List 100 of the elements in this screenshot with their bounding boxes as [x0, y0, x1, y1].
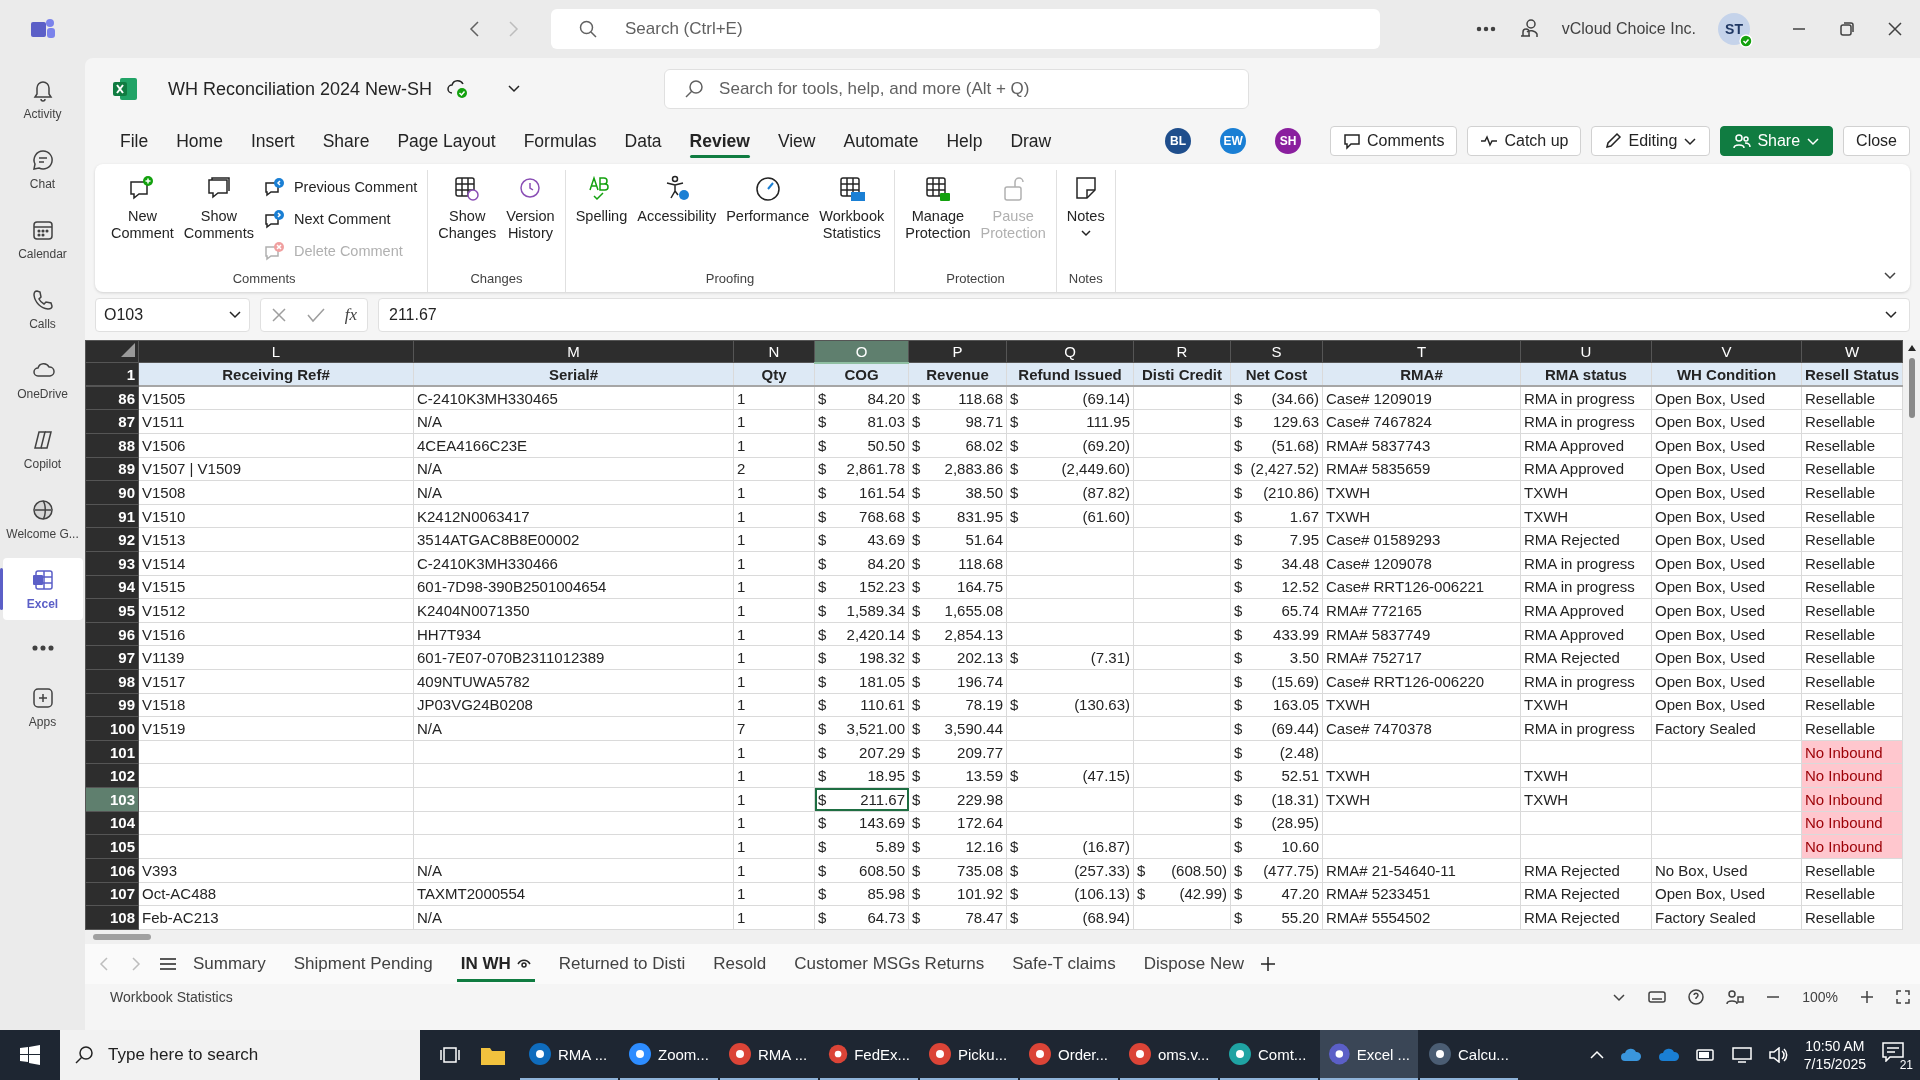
notification-icon[interactable] — [1882, 1042, 1904, 1062]
select-all-icon[interactable] — [121, 343, 135, 358]
rail-item[interactable]: Copilot — [2, 418, 83, 480]
ribbon-button[interactable]: Show Comments — [179, 170, 258, 271]
zoom-in-icon[interactable] — [1860, 990, 1874, 1004]
row-header[interactable]: 99 — [85, 693, 139, 717]
network-icon[interactable] — [1731, 1047, 1752, 1063]
sheet-tab[interactable]: Safe-T claims — [1000, 946, 1128, 982]
row-header[interactable]: 98 — [85, 669, 139, 694]
row-header[interactable]: 105 — [85, 834, 139, 859]
scroll-up-icon[interactable] — [1906, 344, 1917, 352]
formula-field[interactable]: 211.67 — [378, 298, 1910, 332]
clock-time[interactable]: 10:50 AM — [1805, 1036, 1865, 1055]
menu-tab[interactable]: Review — [679, 124, 760, 158]
menu-tab[interactable]: Share — [312, 124, 380, 158]
name-box[interactable]: O103 — [95, 298, 250, 332]
taskbar-app[interactable]: Picku... — [920, 1030, 1018, 1080]
rail-item[interactable]: Chat — [2, 138, 83, 200]
row-header[interactable]: 87 — [85, 409, 139, 434]
taskbar-app[interactable]: Zoom... — [620, 1030, 718, 1080]
share-button[interactable]: Share — [1720, 126, 1834, 156]
more-icon[interactable] — [31, 645, 54, 651]
rail-item[interactable]: Welcome G... — [2, 488, 83, 550]
sheet-tab[interactable]: Summary — [181, 946, 278, 982]
ribbon-button[interactable]: Version History — [502, 170, 559, 271]
keyboard-icon[interactable] — [1648, 990, 1667, 1004]
horizontal-scrollbar[interactable] — [85, 930, 1920, 944]
rail-item[interactable]: Activity — [2, 68, 83, 130]
taskbar-app[interactable]: Comt... — [1220, 1030, 1318, 1080]
taskbar-app[interactable]: Calcu... — [1420, 1030, 1518, 1080]
close-button[interactable]: Close — [1843, 126, 1910, 156]
more-icon[interactable] — [1475, 26, 1496, 32]
start-icon[interactable] — [20, 1045, 40, 1065]
menu-icon[interactable] — [159, 957, 177, 971]
row-header[interactable]: 1 — [85, 362, 139, 387]
collaborator-avatar[interactable]: BL — [1165, 128, 1192, 154]
taskbar-app[interactable]: RMA ... — [720, 1030, 818, 1080]
column-header[interactable]: M — [413, 340, 734, 363]
feedback-icon[interactable] — [1726, 989, 1745, 1005]
menu-tab[interactable]: Page Layout — [387, 124, 506, 158]
sheet-tab[interactable]: Returned to Disti — [546, 946, 698, 982]
catchup-button[interactable]: Catch up — [1467, 126, 1582, 156]
column-header[interactable]: W — [1801, 340, 1903, 363]
taskbar-app[interactable]: Order... — [1020, 1030, 1118, 1080]
taskbar-app[interactable]: Excel ... — [1320, 1030, 1418, 1080]
menu-tab[interactable]: View — [767, 124, 826, 158]
row-header[interactable]: 103 — [85, 787, 139, 812]
sheet-tab[interactable]: Customer MSGs Returns — [782, 946, 997, 982]
add-icon[interactable] — [1259, 956, 1276, 972]
battery-icon[interactable] — [1695, 1049, 1716, 1061]
row-header[interactable]: 95 — [85, 598, 139, 623]
column-header[interactable]: T — [1322, 340, 1521, 363]
row-header[interactable]: 86 — [85, 386, 139, 410]
fullscreen-icon[interactable] — [1896, 990, 1910, 1004]
editing-button[interactable]: Editing — [1591, 126, 1711, 156]
row-header[interactable]: 106 — [85, 858, 139, 882]
rail-item[interactable]: Apps — [2, 676, 83, 738]
sheet-tab[interactable]: IN WH — [448, 946, 543, 982]
row-header[interactable]: 102 — [85, 763, 139, 788]
column-header[interactable]: Q — [1006, 340, 1134, 363]
ribbon-button[interactable]: Notes — [1062, 170, 1109, 271]
cancel-icon[interactable] — [270, 307, 287, 323]
row-header[interactable]: 91 — [85, 504, 139, 528]
rail-item[interactable]: Calls — [2, 278, 83, 340]
clock-date[interactable]: 7/15/2025 — [1803, 1055, 1866, 1074]
sheet-tab[interactable]: Resold — [701, 946, 779, 982]
ribbon-button[interactable]: Next Comment — [259, 204, 422, 234]
search-field[interactable]: Search (Ctrl+E) — [551, 9, 1380, 49]
menu-tab[interactable]: Insert — [240, 124, 305, 158]
column-header[interactable]: O — [814, 340, 909, 363]
sheet-tab[interactable]: Shipment Pending — [281, 946, 445, 982]
help-icon[interactable] — [1688, 989, 1705, 1005]
function-button[interactable]: fx — [344, 305, 358, 325]
vertical-scrollbar[interactable] — [1903, 340, 1920, 930]
app-logo-icon[interactable] — [29, 17, 56, 41]
rail-item[interactable]: Excel — [2, 558, 83, 620]
column-header[interactable]: R — [1133, 340, 1231, 363]
sheet-tab[interactable]: Dispose New — [1131, 946, 1256, 982]
row-header[interactable]: 96 — [85, 622, 139, 646]
row-header[interactable]: 92 — [85, 527, 139, 552]
taskbar-app[interactable]: FedEx... — [820, 1030, 918, 1080]
ribbon-button[interactable]: Accessibility — [633, 170, 721, 271]
search-field[interactable]: Search for tools, help, and more (Alt + Q) — [664, 69, 1250, 109]
menu-tab[interactable]: Formulas — [513, 124, 607, 158]
row-header[interactable]: 93 — [85, 551, 139, 576]
search-field[interactable]: Type here to search — [60, 1030, 420, 1080]
user-avatar[interactable]: ST — [1718, 13, 1750, 45]
menu-tab[interactable]: Home — [166, 124, 233, 158]
ribbon-button[interactable]: Show Changes — [434, 170, 501, 271]
cloud-icon[interactable] — [1619, 1048, 1642, 1062]
restore-icon[interactable] — [1840, 22, 1854, 36]
collaborator-avatar[interactable]: SH — [1275, 128, 1302, 154]
rail-item[interactable]: Calendar — [2, 208, 83, 270]
rail-item[interactable]: OneDrive — [2, 348, 83, 410]
row-header[interactable]: 107 — [85, 882, 139, 906]
ribbon-button[interactable]: Manage Protection — [901, 170, 975, 271]
menu-tab[interactable]: Automate — [833, 124, 929, 158]
task-view-icon[interactable] — [440, 1046, 460, 1064]
column-header[interactable]: V — [1651, 340, 1802, 363]
row-header[interactable]: 90 — [85, 480, 139, 505]
